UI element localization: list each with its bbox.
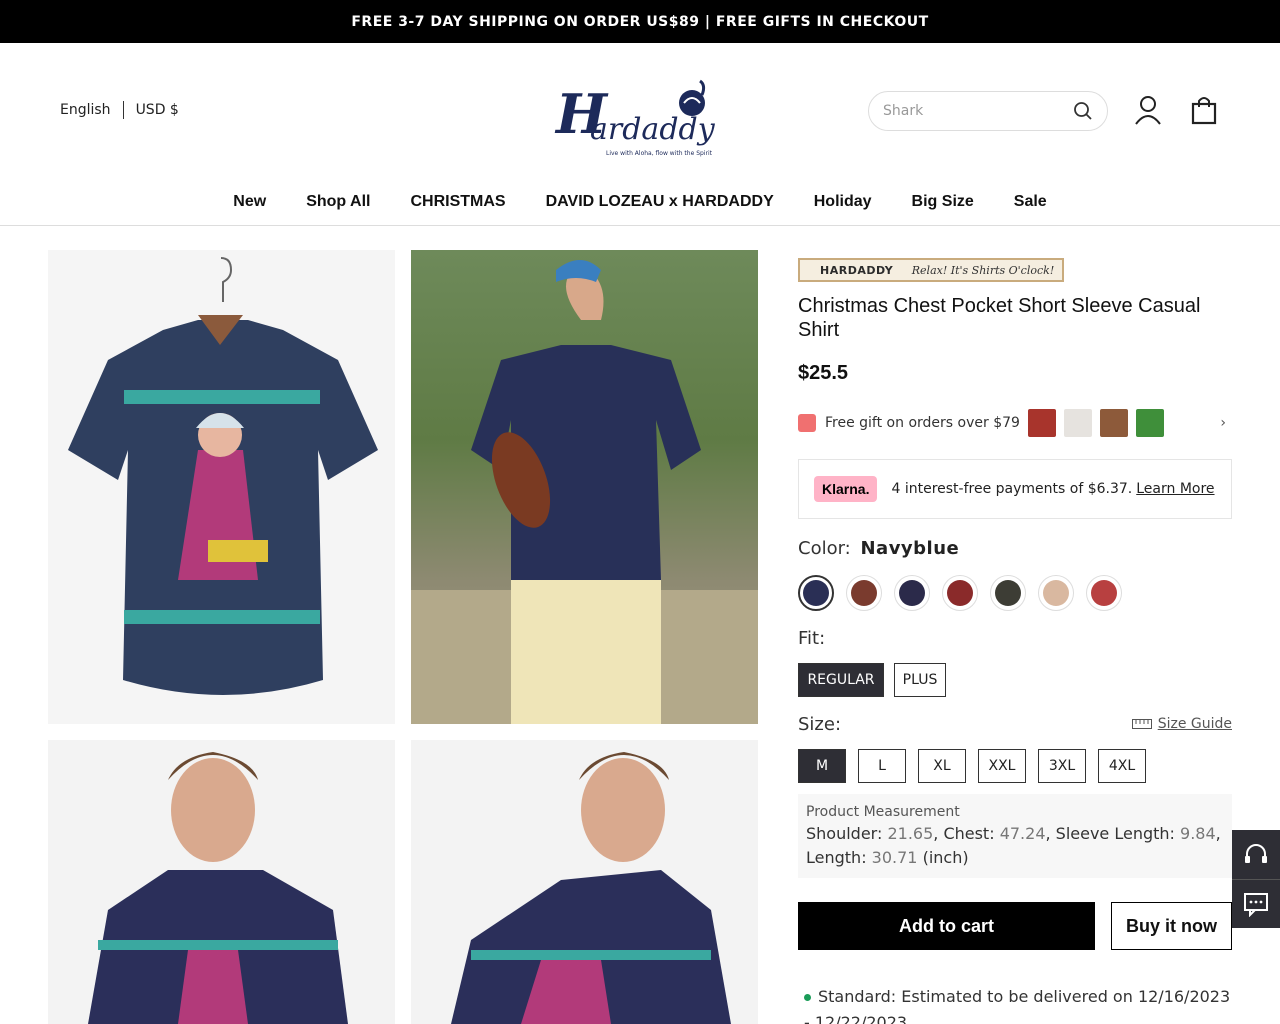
svg-text:Live with Aloha, flow with the: Live with Aloha, flow with the Spirit — [606, 150, 713, 157]
currency-selector[interactable]: USD $ — [136, 102, 179, 118]
gift-icon — [798, 414, 816, 432]
language-selector[interactable]: English — [60, 102, 111, 118]
chat-button[interactable] — [1232, 879, 1280, 928]
brand-logo[interactable]: H ardaddy Live with Aloha, flow with the… — [550, 63, 730, 163]
model-image — [451, 752, 731, 1024]
size-options: M L XL XXL 3XL 4XL — [798, 749, 1146, 783]
headset-icon — [1245, 843, 1267, 863]
klarna-box: Klarna. 4 interest-free payments of $6.3… — [798, 459, 1232, 519]
product-image-model-front[interactable] — [48, 740, 395, 1024]
product-image-model-football[interactable] — [411, 250, 758, 724]
nav-sale[interactable]: Sale — [1014, 193, 1047, 225]
svg-text:ardaddy: ardaddy — [590, 112, 716, 147]
model-image — [411, 260, 758, 724]
swatch-santa-red[interactable] — [1086, 575, 1122, 611]
swatch-dark-navy[interactable] — [894, 575, 930, 611]
divider — [122, 101, 124, 119]
banner-brand: HARDADDY — [820, 263, 894, 277]
klarna-text: 4 interest-free payments of $6.37. — [891, 481, 1133, 497]
klarna-learn-more-link[interactable]: Learn More — [1136, 481, 1214, 497]
size-xxl[interactable]: XXL — [978, 749, 1026, 783]
announcement-text: FREE 3-7 DAY SHIPPING ON ORDER US$89 | F… — [351, 13, 929, 30]
site-header: English USD $ H ardaddy Live with Aloha,… — [0, 43, 1280, 183]
chest-label: Chest: — [943, 824, 995, 843]
color-label-text: Color: — [798, 538, 851, 559]
search-icon[interactable] — [1073, 101, 1093, 121]
floating-support-tools — [1232, 830, 1280, 928]
nav-big-size[interactable]: Big Size — [912, 193, 974, 225]
swatch-navyblue[interactable] — [798, 575, 834, 611]
size-4xl[interactable]: 4XL — [1098, 749, 1146, 783]
model-image — [88, 752, 348, 1024]
product-price: $25.5 — [798, 362, 849, 384]
ruler-icon — [1131, 719, 1152, 729]
size-guide-text: Size Guide — [1157, 716, 1232, 732]
measure-unit: (inch) — [922, 848, 969, 867]
nav-christmas[interactable]: CHRISTMAS — [410, 193, 505, 225]
color-swatches — [798, 575, 1122, 611]
main-nav: New Shop All CHRISTMAS DAVID LOZEAU x HA… — [0, 183, 1280, 226]
size-guide-link[interactable]: Size Guide — [1131, 716, 1232, 732]
length-value: 30.71 — [871, 848, 918, 867]
add-to-cart-button[interactable]: Add to cart — [798, 902, 1095, 950]
size-l[interactable]: L — [858, 749, 906, 783]
measurement-values: Shoulder: 21.65, Chest: 47.24, Sleeve Le… — [806, 824, 1221, 867]
product-measurement: Product Measurement Shoulder: 21.65, Che… — [798, 794, 1232, 878]
swatch-dark-green[interactable] — [990, 575, 1026, 611]
product-image-model-side[interactable] — [411, 740, 758, 1024]
klarna-logo: Klarna. — [814, 476, 878, 502]
logo-mark: H ardaddy Live with Aloha, flow with the… — [554, 79, 716, 157]
cart-icon[interactable] — [1190, 95, 1218, 125]
fit-regular[interactable]: REGULAR — [798, 663, 884, 697]
shoulder-value: 21.65 — [887, 824, 934, 843]
account-icon[interactable] — [1134, 95, 1162, 125]
fit-options: REGULAR PLUS — [798, 663, 946, 697]
measurement-title: Product Measurement — [806, 804, 960, 820]
buy-now-button[interactable]: Buy it now — [1111, 902, 1232, 950]
swatch-red[interactable] — [942, 575, 978, 611]
length-label: Length: — [806, 848, 867, 867]
swatch-santa-light[interactable] — [1038, 575, 1074, 611]
color-label: Color: Navyblue — [798, 538, 959, 559]
color-value: Navyblue — [860, 538, 960, 559]
nav-new[interactable]: New — [233, 193, 266, 225]
chevron-right-icon[interactable]: › — [1220, 415, 1226, 431]
search-bar[interactable]: Shark — [868, 91, 1108, 131]
nav-holiday[interactable]: Holiday — [814, 193, 872, 225]
shoulder-label: Shoulder: — [806, 824, 883, 843]
swatch-brown[interactable] — [846, 575, 882, 611]
shipping-text: Standard: Estimated to be delivered on 1… — [804, 987, 1231, 1024]
search-input[interactable]: Shark — [883, 103, 1073, 119]
sleeve-value: 9.84 — [1180, 824, 1216, 843]
gift-thumb — [1135, 409, 1164, 437]
gift-thumb — [1099, 409, 1128, 437]
size-label: Size: — [798, 714, 842, 735]
free-gift-row[interactable]: Free gift on orders over $79 › — [798, 405, 1232, 441]
sleeve-label: Sleeve Length: — [1055, 824, 1175, 843]
nav-david-lozeau[interactable]: DAVID LOZEAU x HARDADDY — [546, 193, 774, 225]
banner-slogan: Relax! It's Shirts O'clock! — [911, 263, 1055, 277]
brand-banner: HARDADDY Relax! It's Shirts O'clock! — [798, 258, 1064, 282]
size-m[interactable]: M — [798, 749, 846, 783]
status-dot — [804, 994, 811, 1001]
product-title: Christmas Chest Pocket Short Sleeve Casu… — [798, 295, 1201, 341]
fit-label: Fit: — [798, 628, 826, 649]
size-3xl[interactable]: 3XL — [1038, 749, 1086, 783]
fit-plus[interactable]: PLUS — [894, 663, 946, 697]
shipping-estimate: Standard: Estimated to be delivered on 1… — [804, 984, 1234, 1024]
size-xl[interactable]: XL — [918, 749, 966, 783]
chat-icon — [1244, 893, 1268, 917]
nav-shop-all[interactable]: Shop All — [306, 193, 370, 225]
chest-value: 47.24 — [999, 824, 1046, 843]
announcement-bar: FREE 3-7 DAY SHIPPING ON ORDER US$89 | F… — [0, 0, 1280, 43]
locale-selector: English USD $ — [60, 101, 179, 119]
product-image-flat[interactable] — [48, 250, 395, 724]
shirt-image — [68, 257, 378, 695]
gift-thumb — [1027, 409, 1056, 437]
customer-service-button[interactable] — [1232, 830, 1280, 879]
gift-thumb — [1063, 409, 1092, 437]
gift-text: Free gift on orders over $79 — [825, 415, 1020, 431]
